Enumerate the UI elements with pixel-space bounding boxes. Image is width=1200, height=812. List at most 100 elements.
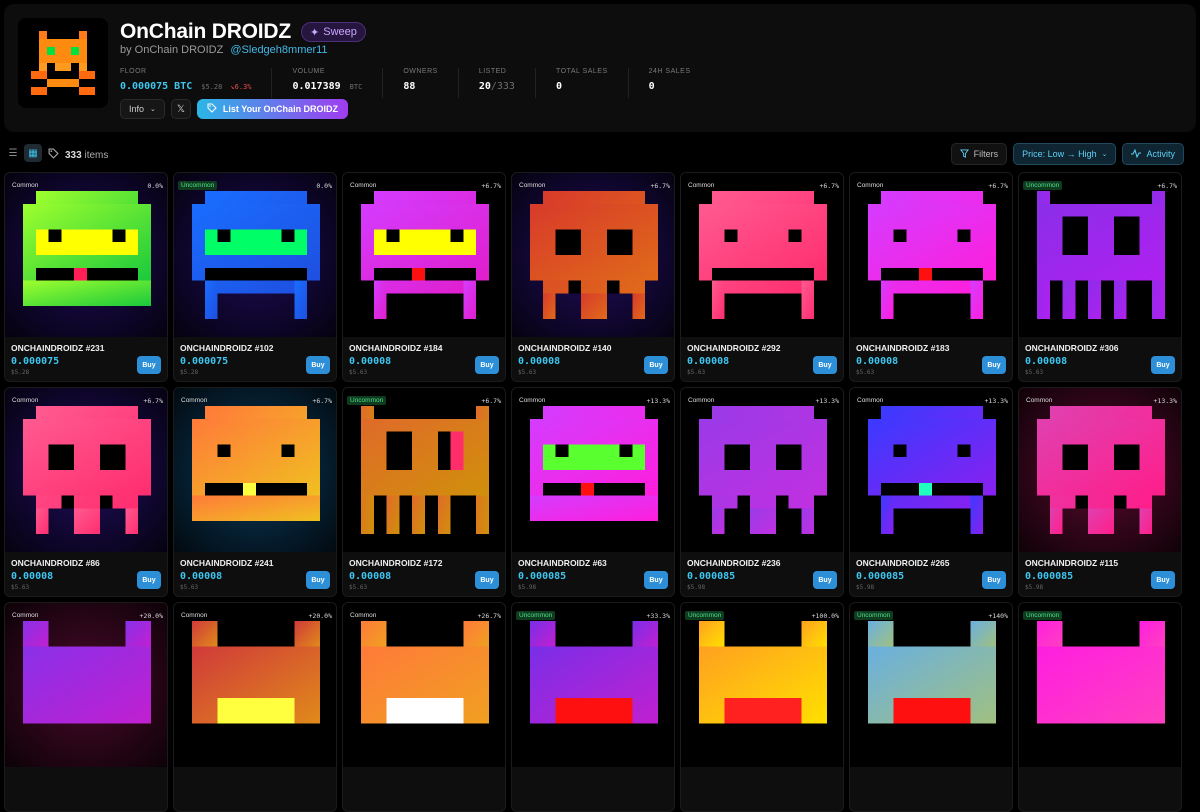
list-view-icon[interactable]: ☰	[4, 144, 22, 162]
nft-card[interactable]: Uncommon	[1018, 602, 1182, 812]
nft-card[interactable]: Common +6.7% ONCHAINDROIDZ #183 0.00008 …	[849, 172, 1013, 382]
buy-button[interactable]: Buy	[982, 356, 1006, 374]
buy-button[interactable]: Buy	[306, 571, 330, 589]
droid-pixel-art	[23, 191, 151, 307]
collection-logo	[18, 18, 108, 108]
rarity-badge: Common	[688, 182, 715, 189]
buy-button[interactable]: Buy	[982, 571, 1006, 589]
filters-button[interactable]: Filters	[950, 143, 1008, 165]
owners-value: 88	[403, 81, 416, 92]
nft-name: ONCHAINDROIDZ #306	[1025, 343, 1119, 353]
rarity-badge: Common	[181, 612, 208, 619]
nft-artwork	[681, 603, 843, 767]
droid-pixel-art	[699, 621, 827, 724]
list-your-item-button[interactable]: List Your OnChain DROIDZ	[196, 99, 349, 119]
x-social-link[interactable]: 𝕏	[170, 99, 191, 119]
nft-artwork	[512, 388, 674, 552]
stat-listed: LISTED 20/333	[479, 68, 536, 98]
droid-pixel-art	[868, 191, 996, 319]
rarity-badge: Uncommon	[516, 611, 556, 620]
nft-artwork	[174, 388, 336, 552]
nft-card[interactable]: Uncommon +6.7% ONCHAINDROIDZ #306 0.0000…	[1018, 172, 1182, 382]
nft-card[interactable]: Uncommon +33.3%	[511, 602, 675, 812]
droid-pixel-art	[530, 191, 658, 319]
nft-card[interactable]: Common +13.3% ONCHAINDROIDZ #63 0.000085…	[511, 387, 675, 597]
buy-button[interactable]: Buy	[813, 571, 837, 589]
creator-handle-link[interactable]: @Sledgeh8mmer11	[230, 44, 327, 56]
price-change: 0.0%	[316, 182, 332, 190]
price-change: +6.7%	[481, 397, 501, 405]
nft-usd-price: $5.63	[349, 369, 368, 376]
buy-button[interactable]: Buy	[137, 571, 161, 589]
nft-card[interactable]: Common +13.3% ONCHAINDROIDZ #236 0.00008…	[680, 387, 844, 597]
nft-artwork	[681, 173, 843, 337]
nft-name: ONCHAINDROIDZ #172	[349, 558, 443, 568]
nft-card[interactable]: Uncommon +140%	[849, 602, 1013, 812]
grid-view-icon[interactable]: ▦	[24, 144, 42, 162]
price-change: +140%	[988, 612, 1008, 620]
nft-price: 0.00008	[518, 356, 561, 367]
nft-card[interactable]: Common +13.3% ONCHAINDROIDZ #115 0.00008…	[1018, 387, 1182, 597]
rarity-badge: Uncommon	[178, 181, 218, 190]
price-change: +6.7%	[143, 397, 163, 405]
nft-card[interactable]: Common +6.7% ONCHAINDROIDZ #184 0.00008 …	[342, 172, 506, 382]
nft-artwork	[512, 173, 674, 337]
nft-card[interactable]: Common +6.7% ONCHAINDROIDZ #86 0.00008 $…	[4, 387, 168, 597]
nft-card[interactable]: Common 0.0% ONCHAINDROIDZ #231 0.000075 …	[4, 172, 168, 382]
buy-button[interactable]: Buy	[137, 356, 161, 374]
droid-pixel-art	[361, 406, 489, 534]
nft-card[interactable]: Common +6.7% ONCHAINDROIDZ #241 0.00008 …	[173, 387, 337, 597]
stat-label: FLOOR	[120, 68, 147, 75]
nft-card[interactable]: Uncommon +100.0%	[680, 602, 844, 812]
buy-button[interactable]: Buy	[813, 356, 837, 374]
chevron-down-icon: ⌄	[1101, 151, 1108, 158]
volume-value: 0.017389	[292, 81, 341, 92]
nft-price: 0.00008	[180, 571, 223, 582]
collection-title: OnChain DROIDZ	[120, 20, 292, 43]
price-change: 0.0%	[147, 182, 163, 190]
nft-card[interactable]: Common +6.7% ONCHAINDROIDZ #292 0.00008 …	[680, 172, 844, 382]
nft-card[interactable]: Common +6.7% ONCHAINDROIDZ #140 0.00008 …	[511, 172, 675, 382]
nft-artwork	[850, 603, 1012, 767]
sort-label: Price: Low → High	[1022, 149, 1097, 159]
filters-label: Filters	[973, 149, 999, 159]
buy-button[interactable]: Buy	[1151, 571, 1175, 589]
list-label: List Your OnChain DROIDZ	[222, 104, 339, 114]
rarity-badge: Common	[350, 612, 377, 619]
buy-button[interactable]: Buy	[475, 571, 499, 589]
activity-icon	[1131, 148, 1142, 160]
nft-artwork	[343, 603, 505, 767]
buy-button[interactable]: Buy	[644, 356, 668, 374]
nft-card[interactable]: Common +13.3% ONCHAINDROIDZ #265 0.00008…	[849, 387, 1013, 597]
buy-button[interactable]: Buy	[306, 356, 330, 374]
rarity-badge: Common	[688, 397, 715, 404]
24h-sales-value: 0	[648, 81, 655, 92]
droid-pixel-art	[23, 406, 151, 534]
nft-card[interactable]: Uncommon 0.0% ONCHAINDROIDZ #102 0.00007…	[173, 172, 337, 382]
stat-label: TOTAL SALES	[555, 68, 608, 75]
sweep-label: Sweep	[323, 26, 357, 38]
info-dropdown[interactable]: Info ⌄	[120, 99, 165, 119]
droid-pixel-art	[699, 406, 827, 534]
price-change: +6.7%	[988, 182, 1008, 190]
nft-price: 0.00008	[11, 571, 54, 582]
info-label: Info	[129, 104, 145, 114]
nft-card[interactable]: Uncommon +6.7% ONCHAINDROIDZ #172 0.0000…	[342, 387, 506, 597]
buy-button[interactable]: Buy	[1151, 356, 1175, 374]
droid-pixel-art	[361, 191, 489, 319]
buy-button[interactable]: Buy	[644, 571, 668, 589]
view-toggle: ☰ ▦	[4, 144, 42, 162]
stat-volume: VOLUME 0.017389 BTC	[292, 68, 384, 98]
nft-card[interactable]: Common +26.7%	[342, 602, 506, 812]
nft-name: ONCHAINDROIDZ #241	[180, 558, 274, 568]
activity-button[interactable]: Activity	[1122, 143, 1184, 165]
nft-card[interactable]: Common +20.0%	[173, 602, 337, 812]
nft-card[interactable]: Common +20.0%	[4, 602, 168, 812]
results-toolbar: ☰ ▦ 333 items Filters Price: Low → High …	[4, 143, 1196, 165]
price-change: +20.0%	[139, 612, 163, 620]
droid-pixel-art	[530, 406, 658, 522]
buy-button[interactable]: Buy	[475, 356, 499, 374]
sweep-button[interactable]: ✦ Sweep	[301, 22, 366, 42]
rarity-badge: Common	[519, 182, 546, 189]
sort-dropdown[interactable]: Price: Low → High ⌄	[1013, 143, 1117, 165]
